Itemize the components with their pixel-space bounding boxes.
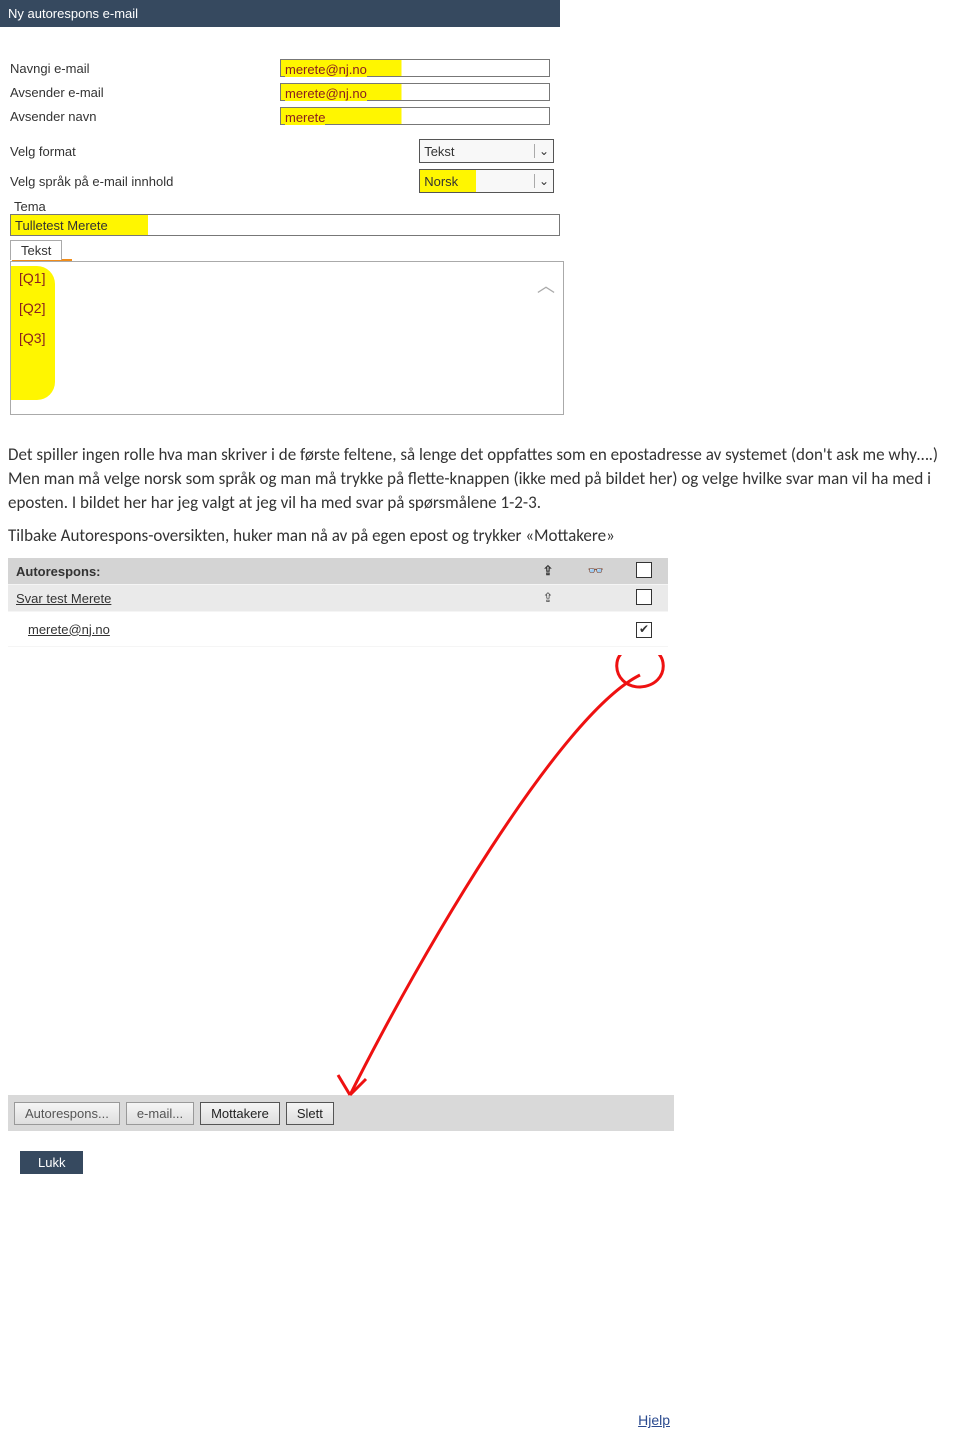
autorespons-list: Autorespons: ⇪ 👓 Svar test Merete ⇪ mere… (0, 558, 676, 647)
chevron-down-icon: ⌄ (534, 144, 549, 158)
q2-token: [Q2] (17, 300, 47, 316)
list-row: merete@nj.no ✔ (8, 612, 668, 647)
row-email-link[interactable]: merete@nj.no (28, 622, 110, 637)
autoresponse-form: Navngi e-mail merete@nj.no Avsender e-ma… (0, 27, 564, 425)
tema-input[interactable]: Tulletest Merete (10, 214, 560, 236)
avsender-navn-value: merete (285, 110, 325, 125)
row-svar-link[interactable]: Svar test Merete (16, 591, 111, 606)
sprak-select[interactable]: Norsk ⌄ (419, 169, 554, 193)
avsender-email-value: merete@nj.no (285, 86, 367, 101)
sprak-value: Norsk (424, 174, 458, 189)
q1-token: [Q1] (17, 270, 47, 286)
list-row: Svar test Merete ⇪ (8, 585, 668, 612)
row-icon-1: ⇪ (524, 590, 572, 606)
row-checkbox-1[interactable] (620, 589, 668, 608)
avsender-navn-input[interactable]: merete (280, 107, 550, 125)
scroll-up-icon[interactable]: ︿ (537, 272, 555, 298)
hjelp-link[interactable]: Hjelp (638, 1412, 670, 1428)
list-header-row: Autorespons: ⇪ 👓 (8, 558, 668, 585)
q3-token: [Q3] (17, 330, 47, 346)
avsender-navn-label: Avsender navn (10, 109, 280, 124)
button-bar: Autorespons... e-mail... Mottakere Slett (8, 1095, 674, 1131)
chevron-down-icon: ⌄ (534, 174, 549, 188)
navngi-email-label: Navngi e-mail (10, 61, 280, 76)
avsender-email-label: Avsender e-mail (10, 85, 280, 100)
paragraph-2: Tilbake Autorespons-oversikten, huker ma… (0, 524, 956, 558)
mottakere-button[interactable]: Mottakere (200, 1102, 280, 1125)
col-icon-1: ⇪ (524, 563, 572, 579)
col-icon-2: 👓 (572, 563, 620, 579)
format-label: Velg format (10, 144, 269, 159)
list-header-title: Autorespons: (8, 564, 524, 579)
slett-button[interactable]: Slett (286, 1102, 334, 1125)
autorespons-button[interactable]: Autorespons... (14, 1102, 120, 1125)
tab-tekst[interactable]: Tekst (10, 240, 62, 260)
editor-textarea[interactable]: ︿ [Q1] [Q2] [Q3] (10, 261, 564, 415)
avsender-email-input[interactable]: merete@nj.no (280, 83, 550, 101)
email-button[interactable]: e-mail... (126, 1102, 194, 1125)
tema-label: Tema (10, 199, 554, 214)
sprak-label: Velg språk på e-mail innhold (10, 174, 269, 189)
paragraph-1: Det spiller ingen rolle hva man skriver … (0, 425, 956, 524)
navngi-email-input[interactable]: merete@nj.no (280, 59, 550, 77)
format-value: Tekst (424, 144, 454, 159)
navngi-email-value: merete@nj.no (285, 62, 367, 77)
format-select[interactable]: Tekst ⌄ (419, 139, 554, 163)
window-title: Ny autorespons e-mail (0, 0, 560, 27)
tema-value: Tulletest Merete (15, 218, 108, 233)
lukk-button[interactable]: Lukk (20, 1151, 83, 1174)
row-checkbox-2[interactable]: ✔ (620, 620, 668, 638)
col-checkbox-header[interactable] (620, 562, 668, 581)
